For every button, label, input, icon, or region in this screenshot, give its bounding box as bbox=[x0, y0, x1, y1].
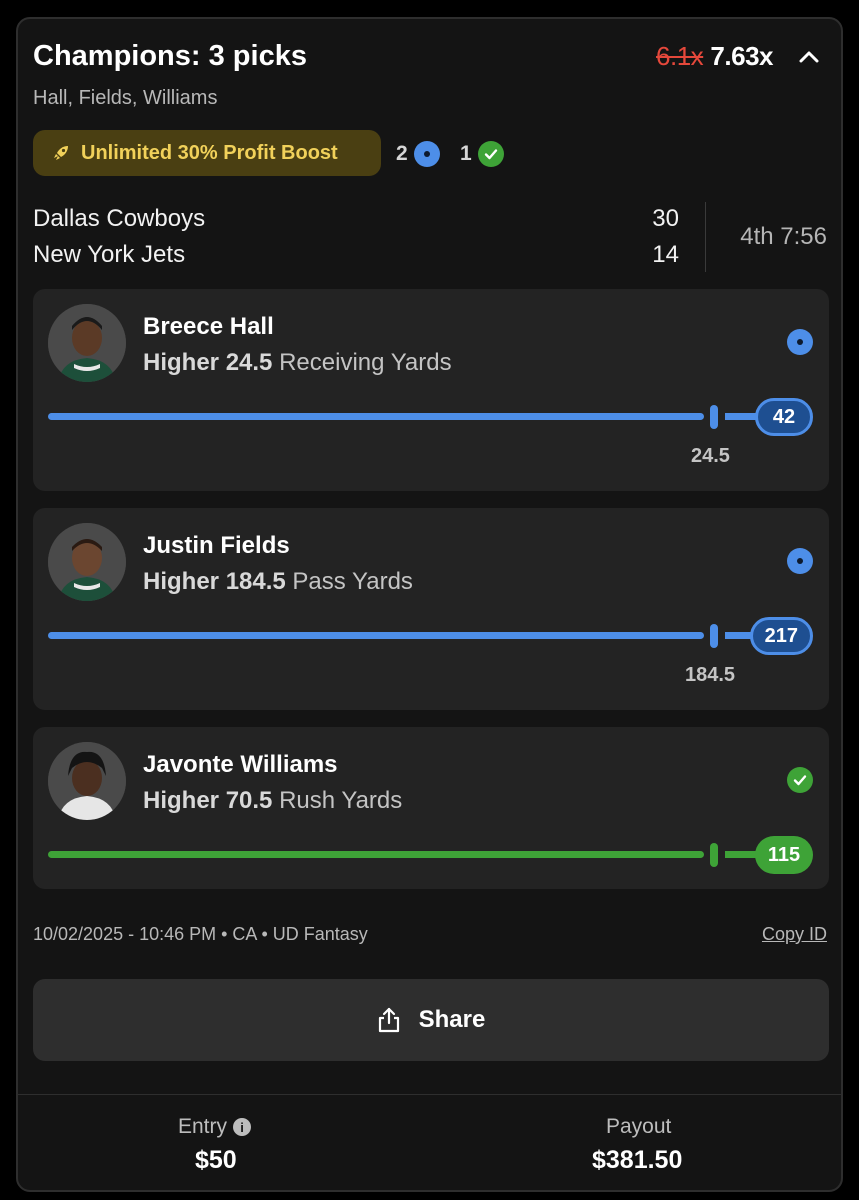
multiplier: 6.1x 7.63x bbox=[656, 41, 773, 72]
pick-line-value: 70.5 bbox=[225, 787, 273, 814]
check-icon bbox=[787, 767, 813, 793]
won-count: 1 bbox=[460, 141, 504, 167]
pick-direction: Higher bbox=[143, 787, 220, 814]
entry-title: Champions: 3 picks bbox=[33, 40, 307, 72]
divider bbox=[705, 202, 706, 272]
new-multiplier: 7.63x bbox=[710, 41, 773, 71]
current-stat-badge: 42 bbox=[755, 398, 813, 436]
pending-count-value: 2 bbox=[396, 142, 408, 165]
rocket-icon bbox=[54, 146, 68, 160]
payout-value: $381.50 bbox=[592, 1146, 683, 1174]
pick-stat: Rush Yards bbox=[279, 787, 403, 814]
check-icon bbox=[477, 141, 504, 167]
pick-stat: Receiving Yards bbox=[279, 349, 452, 376]
line-label: 24.5 bbox=[691, 445, 730, 467]
payout-label: Payout bbox=[606, 1115, 672, 1138]
current-stat-badge: 115 bbox=[755, 836, 813, 874]
pick-card[interactable]: Breece Hall Higher 24.5 Receiving Yards … bbox=[33, 289, 829, 491]
pick-line-value: 184.5 bbox=[225, 568, 286, 595]
team-score-away: 14 bbox=[652, 241, 679, 268]
pick-card[interactable]: Javonte Williams Higher 70.5 Rush Yards … bbox=[33, 727, 829, 889]
entry-value: $50 bbox=[195, 1146, 237, 1174]
chevron-up-icon[interactable] bbox=[797, 45, 821, 69]
team-name-home: Dallas Cowboys bbox=[33, 205, 206, 232]
pick-line: Higher 24.5 Receiving Yards bbox=[143, 349, 452, 377]
profit-boost-badge[interactable]: Unlimited 30% Profit Boost bbox=[33, 130, 381, 176]
game-clock: 4th 7:56 bbox=[740, 223, 827, 250]
progress-track bbox=[48, 851, 704, 858]
player-avatar bbox=[48, 742, 126, 820]
pick-direction: Higher bbox=[143, 349, 220, 376]
pick-line: Higher 70.5 Rush Yards bbox=[143, 787, 402, 815]
line-marker bbox=[710, 405, 718, 429]
share-button[interactable]: Share bbox=[33, 979, 829, 1061]
line-marker bbox=[710, 624, 718, 648]
info-icon[interactable]: i bbox=[233, 1118, 252, 1136]
boost-label: Unlimited 30% Profit Boost bbox=[81, 141, 338, 164]
copy-id-link[interactable]: Copy ID bbox=[762, 924, 827, 945]
player-name: Justin Fields bbox=[143, 532, 290, 559]
pending-count: 2 bbox=[396, 141, 440, 167]
footer-divider bbox=[18, 1094, 841, 1095]
pick-direction: Higher bbox=[143, 568, 220, 595]
line-marker bbox=[710, 843, 718, 867]
share-label: Share bbox=[418, 1006, 486, 1033]
player-name: Javonte Williams bbox=[143, 751, 338, 778]
pending-status-icon bbox=[787, 548, 813, 574]
picks-subtitle: Hall, Fields, Williams bbox=[33, 87, 218, 109]
pending-status-icon bbox=[787, 329, 813, 355]
pick-stat: Pass Yards bbox=[292, 568, 413, 595]
old-multiplier: 6.1x bbox=[656, 41, 704, 71]
entry-label-row: Entry i bbox=[178, 1115, 252, 1139]
share-icon bbox=[378, 1007, 399, 1033]
won-count-value: 1 bbox=[460, 142, 472, 165]
team-name-away: New York Jets bbox=[33, 241, 186, 268]
line-label: 184.5 bbox=[685, 664, 736, 686]
entry-meta: 10/02/2025 - 10:46 PM • CA • UD Fantasy bbox=[33, 924, 368, 944]
entry-label: Entry bbox=[178, 1115, 228, 1138]
pick-line: Higher 184.5 Pass Yards bbox=[143, 568, 413, 596]
team-score-home: 30 bbox=[652, 205, 679, 232]
progress-track bbox=[48, 632, 704, 639]
player-avatar bbox=[48, 304, 126, 382]
entry-card: Champions: 3 picks 6.1x 7.63x Hall, Fiel… bbox=[16, 17, 843, 1192]
pending-status-icon bbox=[413, 141, 440, 167]
pick-card[interactable]: Justin Fields Higher 184.5 Pass Yards 21… bbox=[33, 508, 829, 710]
player-avatar bbox=[48, 523, 126, 601]
current-stat-badge: 217 bbox=[749, 617, 813, 655]
pick-line-value: 24.5 bbox=[225, 349, 273, 376]
progress-track bbox=[48, 413, 704, 420]
player-name: Breece Hall bbox=[143, 313, 274, 340]
